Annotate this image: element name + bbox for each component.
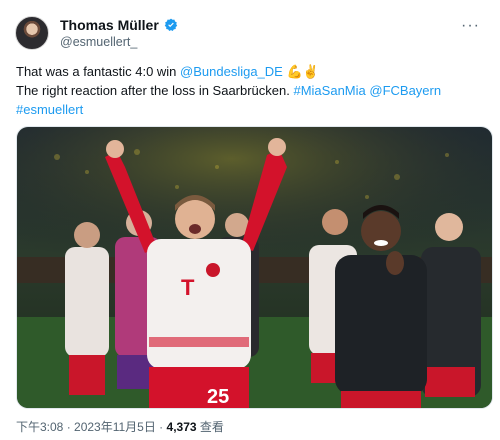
tweet-timestamp[interactable]: 下午3:08 · 2023年11月5日 · xyxy=(16,420,167,434)
author-display-name[interactable]: Thomas Müller xyxy=(60,17,159,33)
mention-bundesliga[interactable]: @Bundesliga_DE xyxy=(180,64,283,79)
hashtag-esmuellert[interactable]: #esmuellert xyxy=(16,102,83,117)
profile-avatar[interactable] xyxy=(15,16,49,50)
celebration-photo: T 25 xyxy=(17,127,492,408)
tweet-line-3: #esmuellert xyxy=(16,100,491,119)
more-options-icon[interactable]: ··· xyxy=(461,17,480,35)
views-label: 查看 xyxy=(196,420,224,434)
author-handle[interactable]: @esmuellert_ xyxy=(60,35,137,49)
jersey-number: 25 xyxy=(207,386,229,408)
hashtag-miasanmia[interactable]: #MiaSanMia xyxy=(293,83,365,98)
tweet-card: Thomas Müller @esmuellert_ ··· That was … xyxy=(4,4,496,436)
tweet-photo[interactable]: T 25 xyxy=(16,126,493,409)
tweet-meta: 下午3:08 · 2023年11月5日 · 4,373 查看 xyxy=(16,418,224,435)
emoji-flex-peace: 💪✌️ xyxy=(286,64,319,79)
svg-text:T: T xyxy=(181,275,195,300)
mention-fcbayern[interactable]: @FCBayern xyxy=(369,83,441,98)
tweet-line-1: That was a fantastic 4:0 win @Bundesliga… xyxy=(16,62,491,81)
verified-badge-icon xyxy=(164,18,178,32)
tweet-line-2: The right reaction after the loss in Saa… xyxy=(16,81,491,100)
tweet-text-part: The right reaction after the loss in Saa… xyxy=(16,83,294,98)
author-name-row: Thomas Müller xyxy=(60,17,178,33)
views-count: 4,373 xyxy=(166,420,197,434)
tweet-text-part: That was a fantastic 4:0 win xyxy=(16,64,181,79)
tweet-text: That was a fantastic 4:0 win @Bundesliga… xyxy=(16,62,491,119)
